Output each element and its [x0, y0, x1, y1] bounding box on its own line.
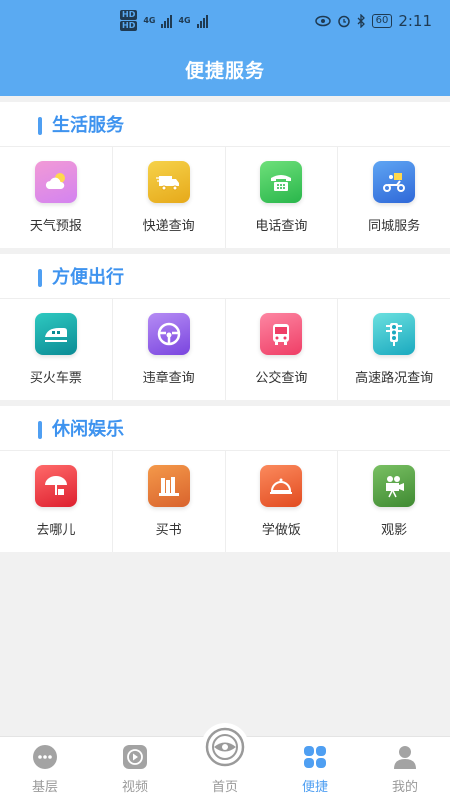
- section-header-life: 生活服务: [0, 102, 450, 146]
- service-weather[interactable]: 天气预报: [0, 147, 113, 248]
- hd-indicators: HD HD: [120, 10, 138, 31]
- section-marker: [38, 117, 42, 135]
- service-travel[interactable]: 去哪儿: [0, 451, 113, 552]
- delivery-truck-icon: [147, 161, 190, 203]
- nav-label: 首页: [211, 780, 238, 795]
- service-label: 去哪儿: [36, 523, 76, 538]
- section-marker: [38, 269, 42, 287]
- service-grid-life: 天气预报 快递查询 电话查询 同城服务: [0, 146, 450, 248]
- scooter-icon: [373, 161, 416, 203]
- service-label: 高速路况查询: [355, 371, 434, 386]
- nav-item-grassroots[interactable]: 基层: [0, 737, 90, 800]
- nav-label: 便捷: [301, 780, 328, 795]
- service-cooking[interactable]: 学做饭: [226, 451, 339, 552]
- service-local[interactable]: 同城服务: [338, 147, 450, 248]
- service-label: 买书: [155, 523, 182, 538]
- service-violation[interactable]: 违章查询: [113, 299, 226, 400]
- user-icon: [392, 744, 418, 770]
- page-title: 便捷服务: [184, 60, 265, 82]
- traffic-light-icon: [373, 313, 416, 355]
- service-label: 公交查询: [255, 371, 308, 386]
- nav-item-video[interactable]: 视频: [90, 737, 180, 800]
- services-content: 生活服务 天气预报 快递查询 电话查询 同城服务 方便出行 买火车票 违章查询 …: [0, 96, 450, 552]
- hd-badge: HD: [120, 10, 138, 20]
- nav-label: 我的: [391, 780, 418, 795]
- service-bus[interactable]: 公交查询: [226, 299, 339, 400]
- weather-icon: [34, 161, 77, 203]
- service-grid-travel: 买火车票 违章查询 公交查询 高速路况查询: [0, 298, 450, 400]
- service-movies[interactable]: 观影: [338, 451, 450, 552]
- bus-icon: [260, 313, 303, 355]
- movie-camera-icon: [373, 465, 416, 507]
- section-title: 休闲娱乐: [52, 419, 124, 440]
- play-icon: [122, 744, 148, 770]
- chat-icon: [32, 744, 58, 770]
- service-label: 电话查询: [255, 219, 308, 234]
- nav-label: 基层: [31, 780, 58, 795]
- section-header-leisure: 休闲娱乐: [0, 406, 450, 450]
- section-header-travel: 方便出行: [0, 254, 450, 298]
- service-label: 买火车票: [29, 371, 82, 386]
- grid-icon: [302, 744, 328, 770]
- bluetooth-icon: [357, 14, 365, 28]
- nav-item-convenience[interactable]: 便捷: [270, 737, 360, 800]
- section-title: 方便出行: [52, 267, 124, 288]
- home-logo-icon: [201, 723, 249, 771]
- service-label: 天气预报: [29, 219, 82, 234]
- status-right: 60 2:11: [314, 12, 432, 30]
- service-label: 违章查询: [142, 371, 195, 386]
- service-label: 观影: [381, 523, 408, 538]
- battery-icon: 60: [371, 14, 393, 28]
- service-label: 同城服务: [368, 219, 421, 234]
- network-label: 4G: [143, 16, 156, 25]
- steering-wheel-icon: [147, 313, 190, 355]
- section-marker: [38, 421, 42, 439]
- train-icon: [34, 313, 77, 355]
- alarm-icon: [337, 15, 350, 28]
- telephone-icon: [260, 161, 303, 203]
- service-grid-leisure: 去哪儿 买书 学做饭 观影: [0, 450, 450, 552]
- status-bar: HD HD 4G 4G 60 2:11: [0, 8, 450, 36]
- signal-icon: [196, 14, 208, 28]
- nav-item-mine[interactable]: 我的: [360, 737, 450, 800]
- app-header: HD HD 4G 4G 60 2:11 便捷服务: [0, 0, 450, 96]
- service-train-ticket[interactable]: 买火车票: [0, 299, 113, 400]
- service-phone[interactable]: 电话查询: [226, 147, 339, 248]
- service-label: 学做饭: [261, 523, 301, 538]
- books-icon: [147, 465, 190, 507]
- status-left: HD HD 4G 4G: [120, 10, 208, 31]
- food-cover-icon: [260, 465, 303, 507]
- nav-label: 视频: [121, 780, 148, 795]
- status-time: 2:11: [398, 12, 432, 30]
- service-label: 快递查询: [142, 219, 195, 234]
- hd-badge: HD: [120, 21, 138, 31]
- network-label: 4G: [178, 16, 191, 25]
- service-delivery[interactable]: 快递查询: [113, 147, 226, 248]
- service-highway[interactable]: 高速路况查询: [338, 299, 450, 400]
- service-books[interactable]: 买书: [113, 451, 226, 552]
- umbrella-icon: [34, 465, 77, 507]
- bottom-nav: 基层 视频 首页 便捷 我的: [0, 723, 450, 800]
- signal-icon: [161, 14, 173, 28]
- nav-item-home[interactable]: 首页: [180, 723, 270, 800]
- eye-icon: [314, 15, 331, 27]
- section-title: 生活服务: [52, 115, 124, 136]
